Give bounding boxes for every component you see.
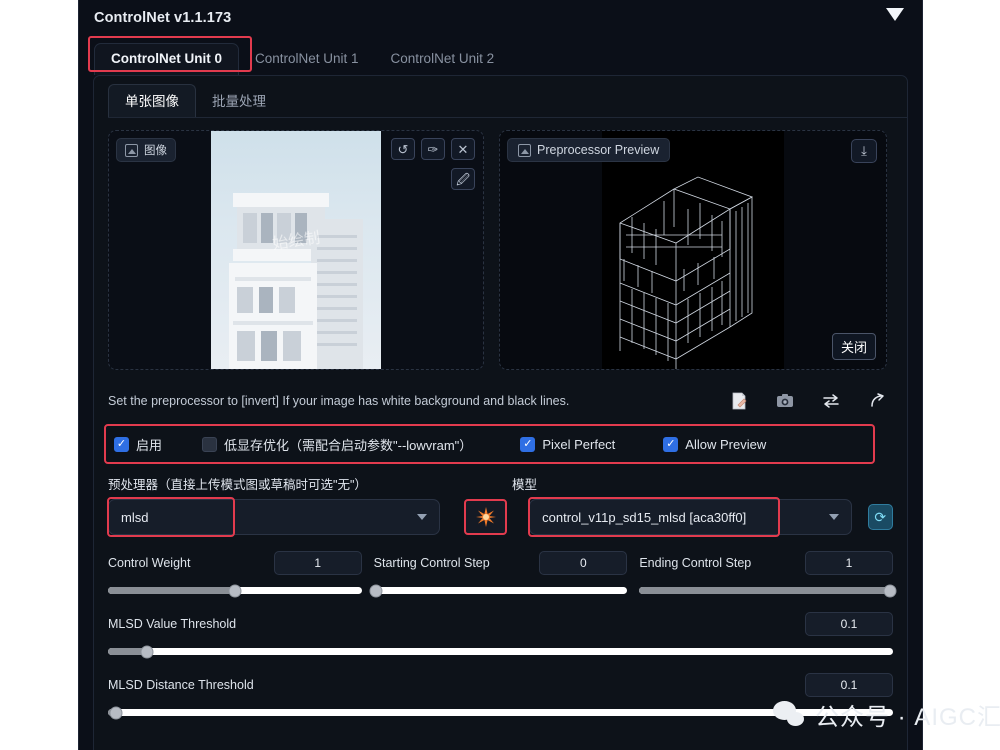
slider-ending-control-step-track[interactable] [639,584,897,597]
control-sliders-row: Control Weight 1 Starting Control Step 0 [108,551,897,597]
dropdown-row: mlsd control_v11p_sd15_mlsd [aca30ff0] ⟳ [107,497,893,537]
chevron-down-icon[interactable] [886,8,904,21]
inner-tab-bar: 单张图像 批量处理 [108,84,907,118]
model-label: 模型 [512,478,538,492]
source-image-panel[interactable]: 始绘制 图像 ↺ ✑ ✕ 🖉 [108,130,484,370]
page-title: ControlNet v1.1.173 [94,10,232,26]
slider-mlsd-distance-threshold-knob[interactable] [109,706,123,719]
slider-ending-control-step-value[interactable]: 1 [805,551,894,575]
mlsd-wireframe [619,176,753,369]
dropdown-labels: 预处理器（直接上传模式图或草稿时可选"无"） 模型 [108,474,893,493]
slider-starting-control-step-knob[interactable] [369,584,383,597]
slider-mlsd-value-threshold-value[interactable]: 0.1 [805,612,893,636]
slider-ending-control-step: Ending Control Step 1 [639,551,897,597]
checkbox-pixel-perfect[interactable]: ✓ Pixel Perfect [520,436,616,452]
source-image-badge-label: 图像 [144,145,167,157]
options-row: ✓ 启用 低显存优化（需配合启动参数"--lowvram"） ✓ Pixel P… [108,430,893,458]
slider-ending-control-step-knob[interactable] [883,584,897,597]
edit-document-icon[interactable] [729,391,749,411]
eraser-icon[interactable]: ✑ [421,138,445,160]
checkbox-pixel-perfect-box[interactable]: ✓ [520,436,536,452]
close-preview-button[interactable]: 关闭 [831,333,876,360]
slider-control-weight-label: Control Weight [108,556,191,570]
chevron-down-icon[interactable] [417,514,428,520]
slider-starting-control-step-value[interactable]: 0 [539,551,628,575]
camera-icon[interactable] [775,391,795,411]
preprocessor-preview-panel[interactable]: Preprocessor Preview ⤓ 关闭 [499,130,887,370]
source-image-badge: 图像 [116,138,176,162]
checkbox-enable[interactable]: ✓ 启用 [114,435,162,454]
preprocessor-dropdown[interactable]: mlsd [107,497,441,537]
spark-icon [475,507,496,527]
brush-icon[interactable]: 🖉 [451,168,475,190]
model-dropdown[interactable]: control_v11p_sd15_mlsd [aca30ff0] [528,497,852,537]
slider-mlsd-distance-threshold-label: MLSD Distance Threshold [108,678,254,692]
tab-controlnet-unit-2[interactable]: ControlNet Unit 2 [375,44,511,75]
checkbox-enable-label: 启用 [136,437,163,453]
slider-mlsd-value-threshold: MLSD Value Threshold 0.1 [108,612,893,658]
tab-controlnet-unit-0[interactable]: ControlNet Unit 0 [94,43,239,75]
preprocessor-preview-image [602,131,784,369]
checkbox-allow-preview-label: Allow Preview [685,436,767,452]
slider-ending-control-step-label: Ending Control Step [639,556,752,570]
undo-icon[interactable]: ↺ [391,138,415,160]
checkbox-lowvram-label: 低显存优化（需配合启动参数"--lowvram"） [224,437,473,453]
options-row-wrapper: ✓ 启用 低显存优化（需配合启动参数"--lowvram"） ✓ Pixel P… [104,424,893,464]
screenshot-root: ControlNet v1.1.173 ControlNet Unit 0 Co… [0,0,1000,750]
unit-body: 单张图像 批量处理 始绘制 图像 ↺ ✑ ✕ 🖉 Preprocessor Pr… [93,75,908,750]
slider-mlsd-distance-threshold: MLSD Distance Threshold 0.1 [108,673,893,719]
return-arrow-icon[interactable] [867,391,887,411]
close-icon[interactable]: ✕ [451,138,475,160]
model-selection-section: 预处理器（直接上传模式图或草稿时可选"无"） 模型 mlsd control_v… [107,474,893,537]
tab-controlnet-unit-1[interactable]: ControlNet Unit 1 [239,44,375,75]
run-preprocessor-button[interactable] [464,499,508,535]
preprocessor-label: 预处理器（直接上传模式图或草稿时可选"无"） [108,478,367,492]
slider-starting-control-step-track[interactable] [369,584,628,597]
checkbox-allow-preview-box[interactable]: ✓ [663,436,679,452]
checkbox-allow-preview[interactable]: ✓ Allow Preview [663,436,767,452]
model-value: control_v11p_sd15_mlsd [aca30ff0] [542,509,747,525]
checkbox-pixel-perfect-label: Pixel Perfect [542,436,616,452]
slider-control-weight-track[interactable] [108,584,362,597]
image-panels-row: 始绘制 图像 ↺ ✑ ✕ 🖉 Preprocessor Preview ⤓ 关闭 [108,130,893,370]
panel-header: ControlNet v1.1.173 [79,0,922,38]
slider-starting-control-step: Starting Control Step 0 [369,551,628,597]
checkbox-enable-box[interactable]: ✓ [114,436,129,452]
download-icon[interactable]: ⤓ [851,139,877,163]
swap-icon[interactable] [821,391,841,411]
slider-mlsd-value-threshold-knob[interactable] [140,645,154,658]
chevron-down-icon[interactable] [828,514,839,520]
slider-mlsd-distance-threshold-track[interactable] [108,706,893,719]
refresh-icon[interactable]: ⟳ [867,504,893,530]
image-icon [518,143,531,157]
tab-batch-process[interactable]: 批量处理 [196,85,282,117]
hint-icon-group [729,391,893,411]
slider-mlsd-value-threshold-label: MLSD Value Threshold [108,617,237,631]
preprocessor-preview-badge: Preprocessor Preview [507,138,671,162]
preprocessor-hint-text: Set the preprocessor to [invert] If your… [108,394,570,408]
slider-mlsd-distance-threshold-value[interactable]: 0.1 [805,673,893,697]
controlnet-panel: ControlNet v1.1.173 ControlNet Unit 0 Co… [78,0,923,750]
slider-control-weight: Control Weight 1 [108,551,362,597]
preprocessor-preview-badge-label: Preprocessor Preview [537,143,660,157]
source-image: 始绘制 [211,131,381,369]
image-icon [125,143,138,157]
slider-control-weight-knob[interactable] [228,584,242,597]
checkbox-lowvram[interactable]: 低显存优化（需配合启动参数"--lowvram"） [202,435,472,454]
slider-starting-control-step-label: Starting Control Step [373,556,490,570]
slider-mlsd-value-threshold-track[interactable] [108,645,893,658]
slider-control-weight-value[interactable]: 1 [273,551,362,575]
checkbox-lowvram-box[interactable] [202,436,218,452]
hint-row: Set the preprocessor to [invert] If your… [108,386,893,416]
tab-single-image[interactable]: 单张图像 [108,84,196,117]
image-toolbar: ↺ ✑ ✕ [391,138,475,160]
preprocessor-value: mlsd [121,509,149,525]
unit-tab-bar: ControlNet Unit 0 ControlNet Unit 1 Cont… [88,36,922,75]
